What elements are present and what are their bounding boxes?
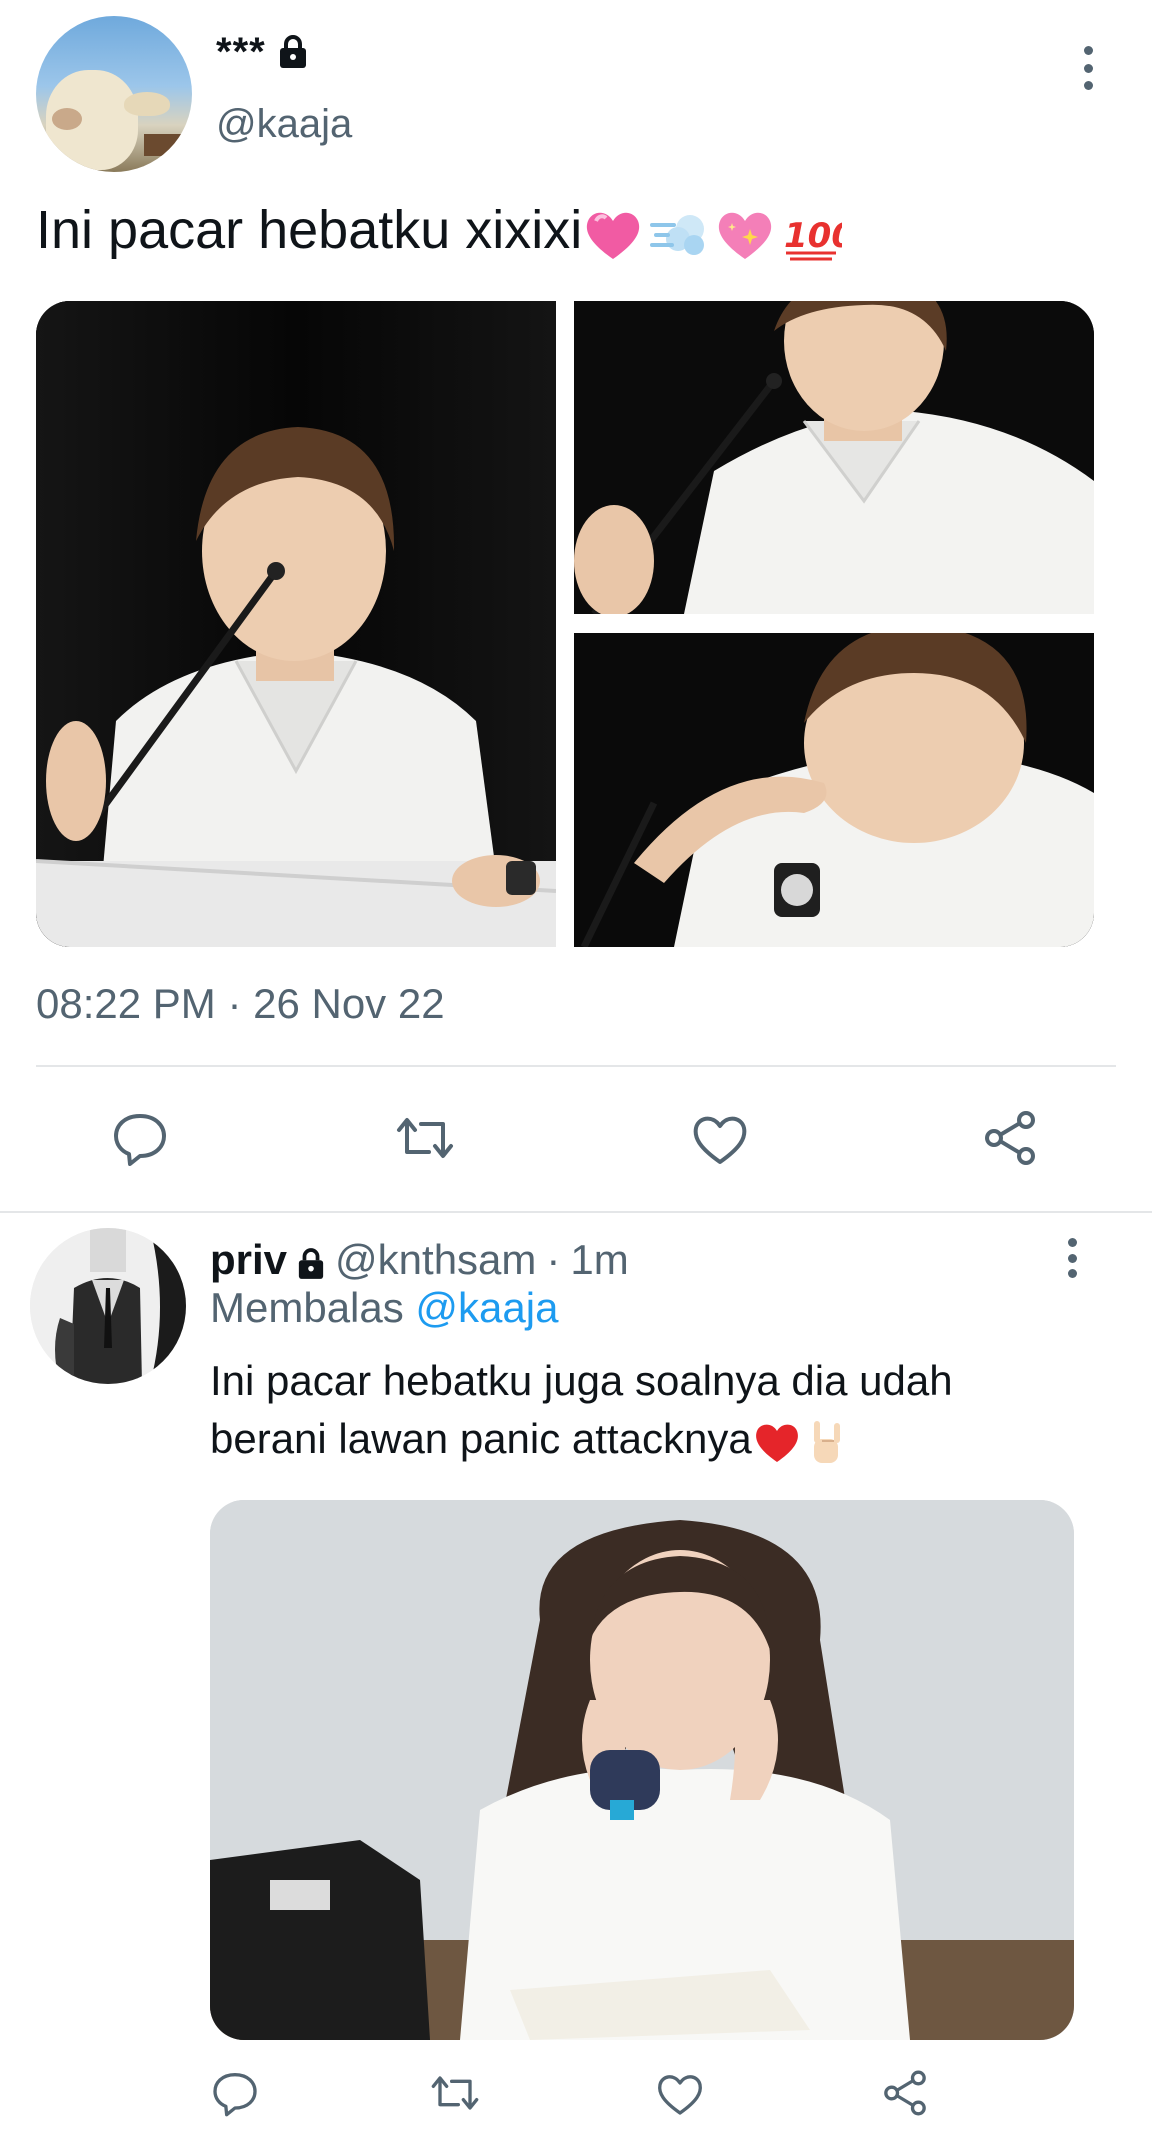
hundred-label: 100 [784, 216, 842, 256]
reply-avatar[interactable] [30, 1228, 186, 1384]
reply-icon[interactable] [110, 1108, 170, 1168]
divider [36, 1065, 1116, 1067]
display-name-row[interactable]: *** [216, 30, 308, 74]
tweet-photo-2[interactable] [574, 301, 1094, 614]
red-heart-emoji [752, 1417, 802, 1467]
retweet-icon[interactable] [395, 1108, 455, 1168]
reply-photo[interactable] [210, 1500, 1074, 2040]
tweet-emojis: 100 [582, 203, 855, 265]
sparkling-heart-emoji [714, 203, 776, 265]
tweet-detail-page: *** @kaaja Ini pacar hebatku xixixi 10 0… [0, 0, 1152, 2143]
separator-dot: · [546, 1236, 561, 1283]
share-icon[interactable] [980, 1108, 1040, 1168]
reply-time[interactable]: 1m [570, 1236, 628, 1284]
reply-text: Ini pacar hebatku juga soalnya dia udah … [210, 1352, 1110, 1468]
pink-heart-emoji [582, 203, 644, 265]
tweet-actions [110, 1106, 1050, 1170]
reply-text-line2: berani lawan panic attacknya [210, 1415, 752, 1462]
reply-text-line1: Ini pacar hebatku juga soalnya dia udah [210, 1357, 953, 1404]
like-icon[interactable] [690, 1108, 750, 1168]
tweet-text-content: Ini pacar hebatku xixixi [36, 200, 583, 260]
reply-display-name[interactable]: priv [210, 1236, 287, 1284]
reply-header[interactable]: priv @knthsam · 1m [210, 1234, 629, 1286]
replying-prefix: Membalas [210, 1284, 404, 1331]
background-house [144, 134, 188, 156]
reply-icon[interactable] [210, 2068, 260, 2118]
display-name[interactable]: *** [216, 30, 266, 75]
retweet-icon[interactable] [430, 2068, 480, 2118]
user-handle[interactable]: @kaaja [216, 102, 352, 147]
like-icon[interactable] [655, 2068, 705, 2118]
tweet-text: Ini pacar hebatku xixixi 100 [36, 196, 1116, 265]
hundred-points-emoji: 100 [780, 203, 855, 265]
tweet-photo-3[interactable] [574, 633, 1094, 947]
avatar[interactable] [36, 16, 192, 172]
thread-separator [0, 1211, 1152, 1213]
main-tweet: *** @kaaja Ini pacar hebatku xixixi 10 0… [0, 0, 1152, 1210]
replying-to: Membalas @kaaja [210, 1284, 558, 1332]
tweet-photo-1[interactable] [36, 301, 556, 947]
dashing-away-emoji [648, 203, 710, 265]
lock-icon [297, 1243, 325, 1279]
tweet-media-grid[interactable] [36, 301, 1094, 947]
tweet-timestamp[interactable]: 08:22 PM · 26 Nov 22 [36, 980, 445, 1028]
reply-handle[interactable]: @knthsam [335, 1236, 536, 1284]
sign-of-horns-emoji [802, 1417, 852, 1467]
lamb-nose [52, 108, 82, 130]
mention-link[interactable]: @kaaja [415, 1284, 558, 1331]
reply-actions [210, 2066, 950, 2122]
more-vertical-icon[interactable] [1060, 1238, 1084, 1278]
more-vertical-icon[interactable] [1076, 46, 1100, 90]
lock-icon [278, 34, 308, 70]
share-icon[interactable] [880, 2068, 930, 2118]
lamb-ear [124, 92, 170, 116]
